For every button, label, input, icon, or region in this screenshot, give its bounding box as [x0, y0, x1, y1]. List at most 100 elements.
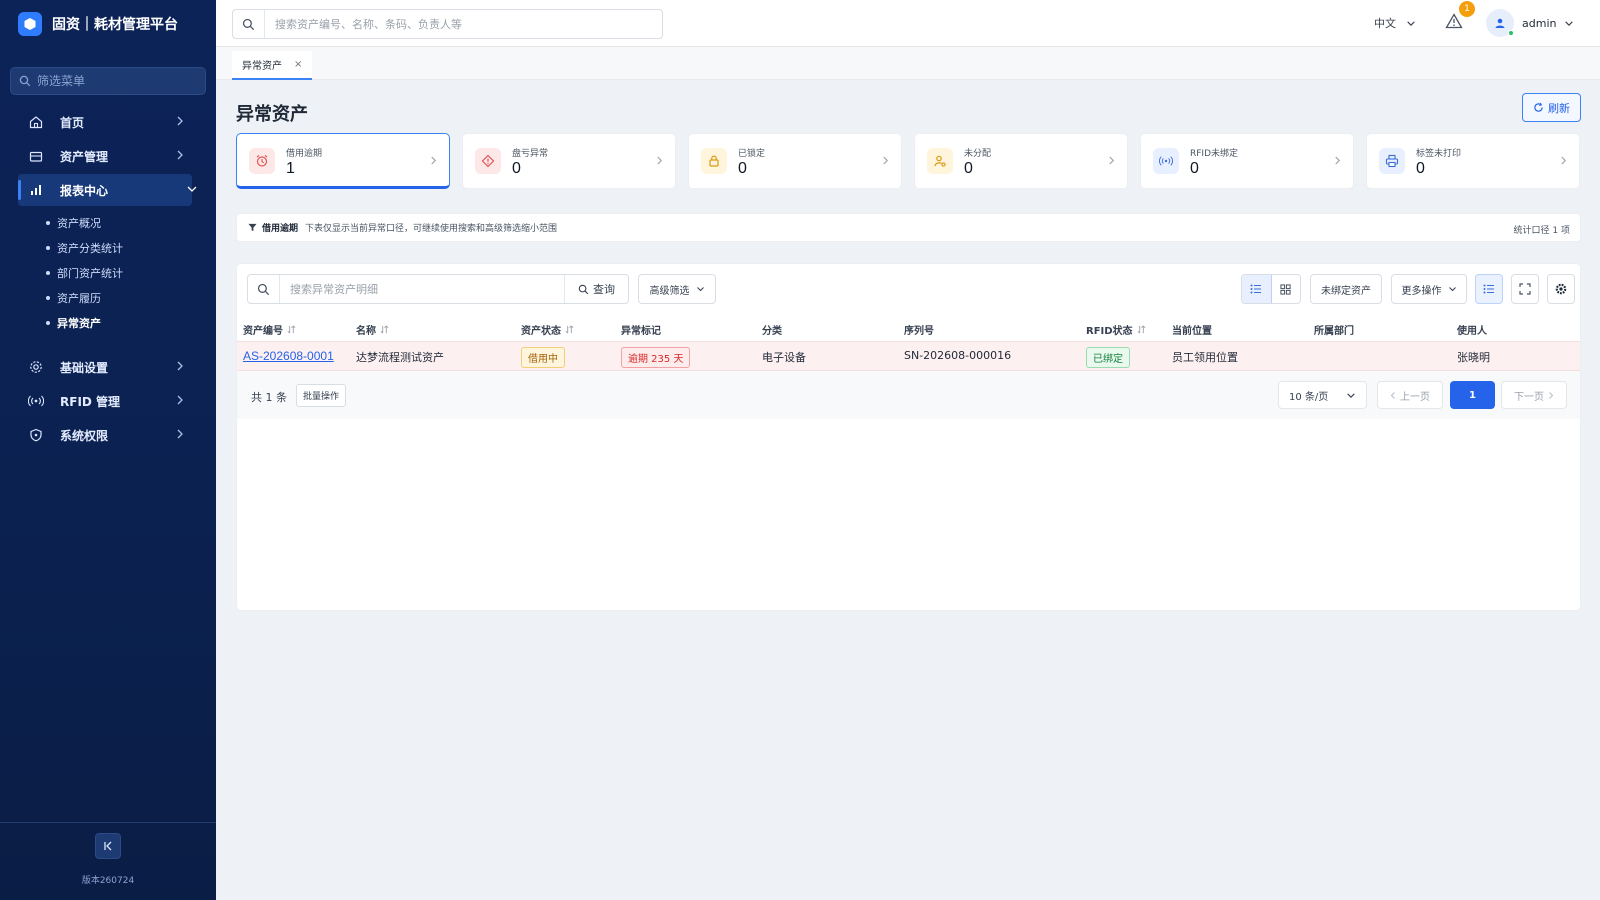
gear-icon	[1555, 283, 1567, 295]
chevron-right-icon	[882, 155, 889, 166]
search-icon	[19, 75, 31, 87]
sort-icon	[565, 325, 574, 334]
menu-filter[interactable]	[10, 67, 206, 95]
card-label: 盘亏异常	[512, 149, 549, 159]
app-title: 固资｜耗材管理平台	[52, 17, 178, 33]
search-icon	[578, 284, 589, 294]
notice-text: 下表仅显示当前异常口径，可继续使用搜索和高级筛选缩小范围	[305, 224, 558, 234]
column-header-status[interactable]: 资产状态	[521, 322, 574, 337]
unbound-assets-label: 未绑定资产	[1321, 285, 1371, 297]
next-page-label: 下一页	[1514, 391, 1544, 403]
lock-icon	[701, 148, 727, 174]
avatar	[1486, 9, 1514, 37]
collapse-icon	[104, 841, 112, 851]
tab-label: 异常资产	[242, 61, 282, 72]
table-search-input[interactable]	[280, 282, 560, 296]
user-menu[interactable]: admin	[1486, 9, 1574, 37]
chevron-left-icon	[1390, 391, 1395, 399]
summary-card-overdue[interactable]: 借用逾期 1	[236, 133, 450, 189]
table-settings-button[interactable]	[1547, 274, 1575, 304]
table-row[interactable]: AS-202608-0001 达梦流程测试资产 借用中 逾期 235 天 电子设…	[237, 341, 1580, 371]
column-header-department: 所属部门	[1314, 326, 1354, 337]
summary-card-rfid-unbound[interactable]: RFID未绑定 0	[1140, 133, 1354, 189]
refresh-button[interactable]: 刷新	[1522, 93, 1581, 122]
shield-icon	[28, 427, 44, 443]
sidebar-subitem-overview[interactable]: 资产概况	[46, 215, 101, 231]
advanced-filter-button[interactable]: 高级筛选	[638, 274, 716, 304]
tab-abnormal-assets[interactable]: 异常资产 ×	[232, 51, 313, 80]
page-title: 异常资产	[236, 104, 308, 125]
asset-user: 张晓明	[1457, 351, 1490, 364]
table-footer: 共 1 条 批量操作 10 条/页 上一页 1 下一页	[237, 371, 1580, 419]
card-value: 0	[738, 160, 747, 177]
alert-count-badge: 1	[1459, 1, 1475, 17]
unbound-assets-button[interactable]: 未绑定资产	[1310, 274, 1382, 304]
summary-card-label-unprinted[interactable]: 标签未打印 0	[1366, 133, 1580, 189]
summary-card-inventory-loss[interactable]: 盘亏异常 0	[462, 133, 676, 189]
filter-notice: 借用逾期 下表仅显示当前异常口径，可继续使用搜索和高级筛选缩小范围 统计口径 1…	[236, 213, 1581, 242]
view-toggle[interactable]	[1241, 274, 1301, 304]
list-icon	[1250, 284, 1262, 294]
sidebar-item-basic-settings[interactable]: 基础设置	[18, 351, 192, 383]
grid-icon	[1280, 283, 1291, 295]
sidebar-item-report-center[interactable]: 报表中心	[18, 174, 197, 206]
brand[interactable]: 固资｜耗材管理平台	[18, 12, 178, 36]
column-header-rfid[interactable]: RFID状态	[1086, 322, 1146, 337]
overdue-badge: 逾期 235 天	[621, 347, 691, 368]
column-header-location: 当前位置	[1172, 326, 1212, 337]
fullscreen-button[interactable]	[1511, 274, 1539, 304]
batch-actions-button[interactable]: 批量操作	[296, 384, 347, 407]
next-page-button[interactable]: 下一页	[1501, 381, 1567, 409]
list-view-button[interactable]	[1242, 275, 1272, 303]
table-search[interactable]: 查询	[247, 274, 629, 304]
chevron-down-icon	[1448, 287, 1456, 292]
signal-icon	[1153, 148, 1179, 174]
bar-chart-icon	[28, 182, 44, 198]
column-settings-button[interactable]	[1475, 274, 1503, 304]
sidebar-subitem-abnormal-assets[interactable]: 异常资产	[46, 315, 101, 331]
column-title: RFID状态	[1086, 326, 1133, 337]
chevron-down-icon	[1564, 20, 1574, 27]
advanced-filter-label: 高级筛选	[649, 285, 690, 297]
sidebar-subitem-asset-history[interactable]: 资产履历	[46, 290, 101, 306]
summary-card-unassigned[interactable]: 未分配 0	[914, 133, 1128, 189]
sidebar-item-rfid[interactable]: RFID 管理	[18, 385, 192, 417]
asset-category: 电子设备	[762, 351, 806, 364]
global-search[interactable]	[232, 9, 663, 39]
column-header-flag: 异常标记	[621, 326, 661, 337]
chevron-right-icon	[1560, 155, 1567, 166]
sort-icon	[1137, 325, 1146, 334]
sidebar-item-system-permissions[interactable]: 系统权限	[18, 419, 192, 451]
column-header-asset-no[interactable]: 资产编号	[243, 322, 296, 337]
column-header-name[interactable]: 名称	[356, 322, 389, 337]
asset-no-link[interactable]: AS-202608-0001	[243, 349, 334, 363]
prev-page-button[interactable]: 上一页	[1377, 381, 1443, 409]
user-assign-icon	[927, 148, 953, 174]
sidebar-subitem-category-stats[interactable]: 资产分类统计	[46, 240, 123, 256]
total-count: 共 1 条	[251, 391, 287, 404]
language-select[interactable]: 中文	[1374, 15, 1416, 31]
refresh-label: 刷新	[1548, 101, 1570, 115]
sidebar-item-label: 首页	[60, 115, 85, 130]
summary-card-locked[interactable]: 已锁定 0	[688, 133, 902, 189]
chevron-down-icon	[696, 287, 704, 292]
page-size-select[interactable]: 10 条/页	[1278, 381, 1367, 409]
page-size-label: 10 条/页	[1289, 391, 1329, 403]
username: admin	[1522, 16, 1557, 30]
page-number-current[interactable]: 1	[1450, 381, 1495, 409]
top-bar: 中文 1 admin	[216, 0, 1600, 47]
sidebar-subitem-department-stats[interactable]: 部门资产统计	[46, 265, 123, 281]
menu-filter-input[interactable]	[37, 74, 197, 88]
close-tab-icon[interactable]: ×	[294, 59, 302, 70]
column-header-serial: 序列号	[904, 326, 934, 337]
collapse-sidebar-button[interactable]	[95, 833, 121, 859]
query-button[interactable]: 查询	[564, 275, 628, 303]
more-actions-button[interactable]: 更多操作	[1391, 274, 1467, 304]
grid-view-button[interactable]	[1272, 275, 1301, 303]
alert-button[interactable]	[1445, 13, 1465, 33]
sidebar-item-home[interactable]: 首页	[18, 106, 192, 138]
sidebar-item-asset-management[interactable]: 资产管理	[18, 140, 192, 172]
chevron-right-icon	[1108, 155, 1115, 166]
rfid-status-badge: 已绑定	[1086, 347, 1130, 368]
global-search-input[interactable]	[265, 17, 655, 31]
